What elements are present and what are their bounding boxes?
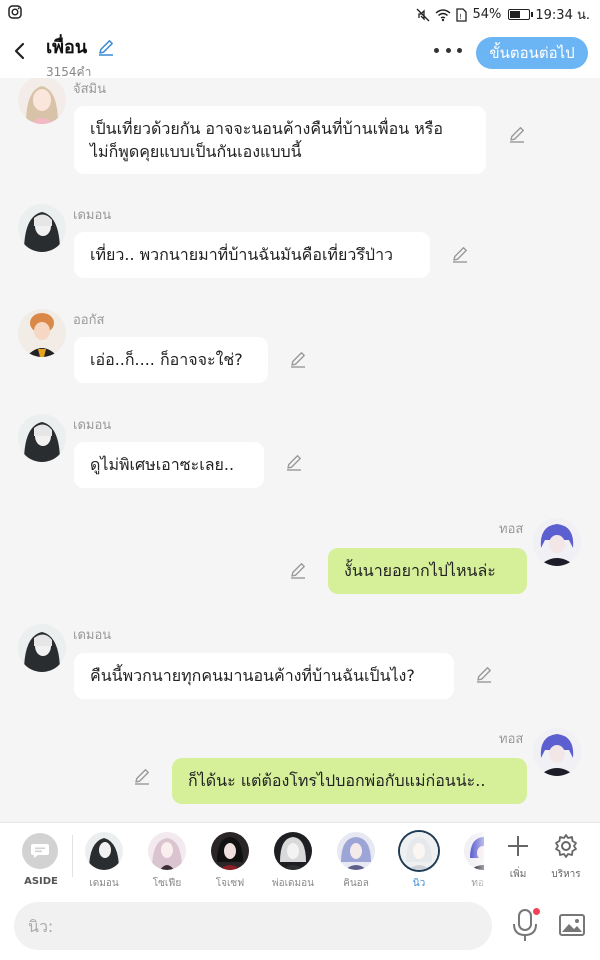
avatar [400,832,438,870]
manage-button[interactable]: บริหาร [546,833,586,882]
avatar [337,832,375,870]
character-name: โซเฟีย [152,878,182,889]
speaker-name: เดมอน [73,628,112,643]
scroll-fade [470,823,494,893]
edit-message-pencil-icon[interactable] [507,124,527,144]
character-name: เดมอน [89,878,119,889]
speaker-name: เดมอน [73,418,112,433]
battery-fill [510,11,521,18]
divider [72,835,73,877]
character-damon[interactable]: เดมอน [76,832,132,891]
message-input[interactable] [14,902,492,950]
character-name: โจเซฟ [215,878,245,889]
chat-bubble-icon [31,844,49,858]
edit-message-pencil-icon[interactable] [284,452,304,472]
character-damon-father[interactable]: พ่อเดมอน [265,832,321,891]
message-line: เอ่อ..ก็.... ก็อาจจะใช่? [90,350,243,369]
edit-message-pencil-icon[interactable] [474,664,494,684]
avatar [148,832,186,870]
character-sophia[interactable]: โซเฟีย [139,832,195,891]
add-label: เพิ่ม [509,869,527,880]
message-bubble[interactable]: เอ่อ..ก็.... ก็อาจจะใช่? [74,337,268,383]
message-bubble[interactable]: เป็นเที่ยวด้วยกัน อาจจะนอนค้างคืนที่บ้าน… [74,106,486,174]
message-bubble[interactable]: คืนนี้พวกนายทุกคนมานอนค้างที่บ้านฉันเป็น… [74,653,454,699]
microphone-icon[interactable] [510,908,540,944]
add-character-button[interactable]: เพิ่ม [498,833,538,882]
speaker-name: ออกัส [73,313,105,328]
aside-label: ASIDE [24,876,58,887]
message-line: เป็นเที่ยวด้วยกัน อาจจะนอนค้างคืนที่บ้าน… [90,119,443,138]
avatar[interactable] [18,78,66,124]
clock: 19:34 น. [535,8,590,23]
edit-message-pencil-icon[interactable] [288,560,308,580]
aside-circle [22,833,58,869]
character-name: นิว [412,878,426,889]
top-app-bar: เพื่อน 3154คำ ขั้นตอนต่อไป [0,26,600,79]
edit-message-pencil-icon[interactable] [132,766,152,786]
sim-icon: ! [456,7,468,22]
edit-message-pencil-icon[interactable] [288,349,308,369]
message-bubble[interactable]: เที่ยว.. พวกนายมาที่บ้านฉันมันคือเที่ยวร… [74,232,430,278]
speaker-name: จัสมิน [73,82,107,97]
message-line: เที่ยว.. พวกนายมาที่บ้านฉันมันคือเที่ยวร… [90,245,394,264]
character-name: คินอล [343,878,369,889]
instagram-icon [8,5,22,19]
mute-icon [417,8,430,21]
battery-icon [508,9,534,20]
input-bar [0,892,600,960]
edit-title-pencil-icon[interactable] [96,37,116,57]
message-line: ไม่ก็พูดคุยแบบเป็นกันเองแบบนี้ [90,142,302,161]
speaker-name: เดมอน [73,208,112,223]
title-block: เพื่อน 3154คำ [46,32,116,82]
avatar [274,832,312,870]
character-name: พ่อเดมอน [272,878,314,889]
character-new[interactable]: นิว [391,832,447,891]
gear-icon [555,834,577,858]
avatar[interactable] [18,204,66,252]
message-bubble[interactable]: งั้นนายอยากไปไหนล่ะ [328,548,527,594]
speaker-name: ทอส [499,732,524,747]
wifi-icon [436,8,451,21]
avatar[interactable] [533,518,581,566]
avatar[interactable] [533,728,581,776]
image-gallery-icon[interactable] [558,912,586,938]
character-selector-bar: ASIDE เดมอน โซเฟีย โจเซฟ พ่อเดมอน คินอล [0,822,600,893]
chat-area[interactable]: จัสมิน เป็นเที่ยวด้วยกัน อาจจะนอนค้างคืน… [0,78,600,822]
avatar[interactable] [18,414,66,462]
aside-button[interactable]: ASIDE [22,833,60,887]
plus-icon [508,836,528,856]
recording-dot [533,908,540,915]
manage-label: บริหาร [551,869,581,880]
more-options-icon[interactable] [434,38,462,62]
character-joseph[interactable]: โจเซฟ [202,832,258,891]
message-line: คืนนี้พวกนายทุกคนมานอนค้างที่บ้านฉันเป็น… [90,666,415,685]
character-kinol[interactable]: คินอล [328,832,384,891]
svg-text:!: ! [459,13,462,21]
edit-message-pencil-icon[interactable] [450,244,470,264]
message-bubble[interactable]: ดูไม่พิเศษเอาซะเลย.. [74,442,264,488]
avatar [211,832,249,870]
message-line: ก็ได้นะ แต่ต้องโทรไปบอกพ่อกับแม่ก่อนน่ะ.… [188,771,486,790]
message-line: ดูไม่พิเศษเอาซะเลย.. [90,455,235,474]
next-step-button[interactable]: ขั้นตอนต่อไป [476,37,588,69]
avatar[interactable] [18,624,66,672]
message-bubble[interactable]: ก็ได้นะ แต่ต้องโทรไปบอกพ่อกับแม่ก่อนน่ะ.… [172,758,527,804]
status-bar: ! 54% 19:34 น. [0,0,600,26]
battery-percent: 54% [472,7,502,22]
page-title: เพื่อน [46,37,88,58]
speaker-name: ทอส [499,522,524,537]
avatar[interactable] [18,309,66,357]
avatar [85,832,123,870]
back-arrow-icon[interactable] [10,38,30,64]
message-line: งั้นนายอยากไปไหนล่ะ [344,561,496,580]
